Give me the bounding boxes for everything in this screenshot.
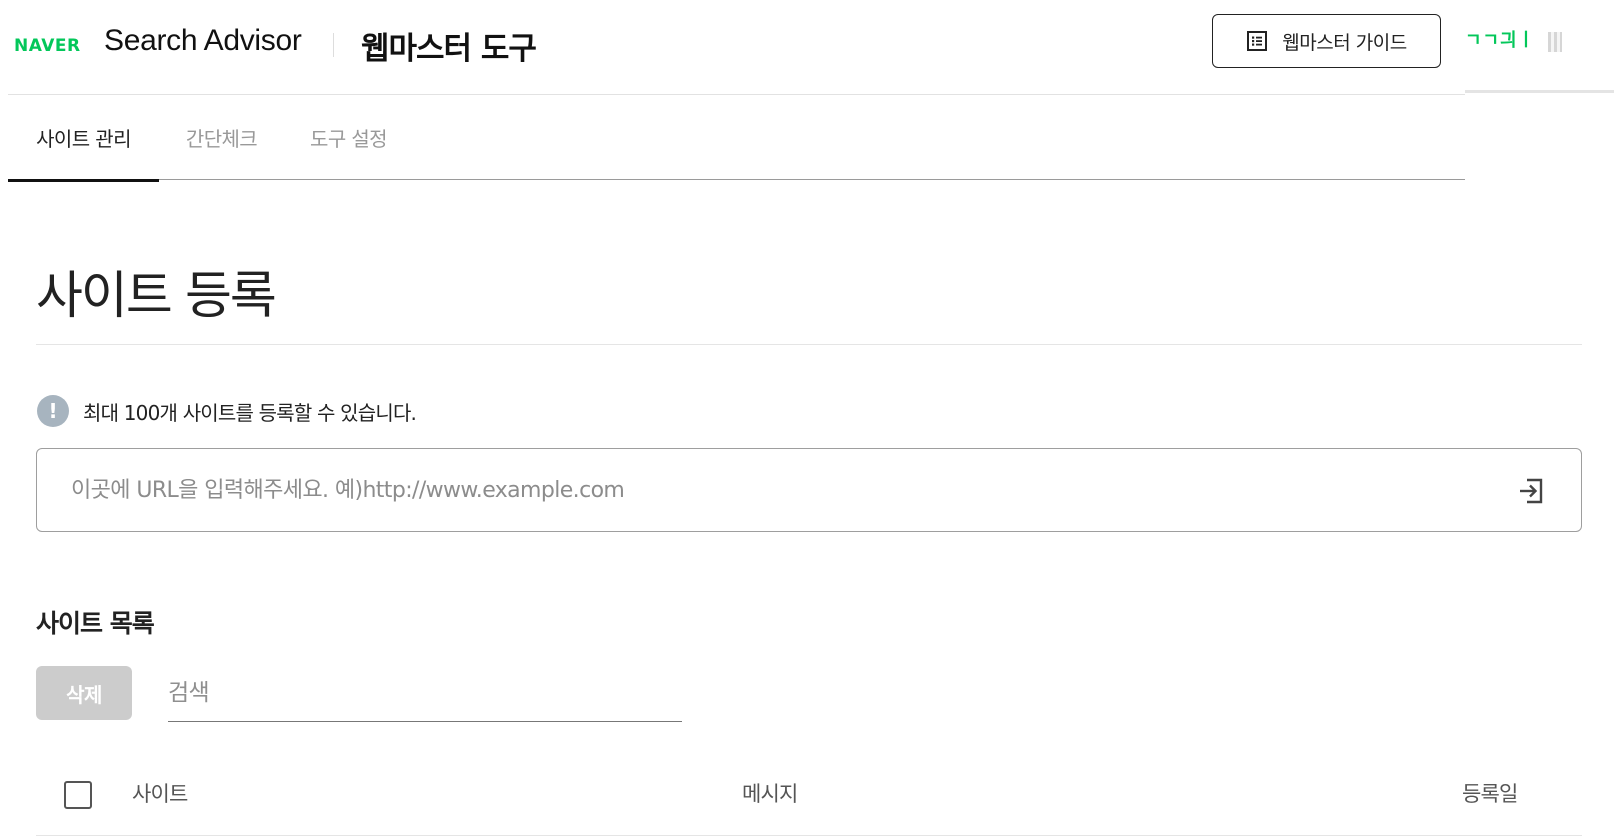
- user-menu[interactable]: ㄱㄱ긔ㅣ: [1465, 26, 1614, 93]
- page-title: 사이트 등록: [36, 267, 277, 326]
- search-field: [168, 666, 682, 722]
- column-site[interactable]: 사이트: [132, 778, 188, 808]
- webmaster-guide-button[interactable]: 웹마스터 가이드: [1212, 14, 1441, 68]
- tab-site-management[interactable]: 사이트 관리: [8, 95, 159, 182]
- naver-logo[interactable]: NAVER: [14, 36, 81, 56]
- url-input-box: [36, 448, 1582, 532]
- delete-button[interactable]: 삭제: [36, 666, 132, 720]
- notice-text: 최대 100개 사이트를 등록할 수 있습니다.: [83, 400, 417, 425]
- tab-tool-settings[interactable]: 도구 설정: [286, 95, 411, 180]
- site-list-title: 사이트 목록: [36, 609, 155, 638]
- enter-arrow-icon[interactable]: [1515, 475, 1547, 507]
- tab-simple-check[interactable]: 간단체크: [159, 95, 284, 180]
- tab-bar: 사이트 관리 간단체크 도구 설정: [8, 95, 1465, 182]
- user-underline: [1465, 90, 1614, 93]
- column-registered-date[interactable]: 등록일: [1462, 778, 1518, 808]
- exclamation-icon: !: [37, 395, 69, 427]
- webmaster-guide-label: 웹마스터 가이드: [1282, 31, 1407, 54]
- column-message[interactable]: 메시지: [742, 778, 798, 808]
- header: NAVER Search Advisor 웹마스터 도구 웹마스터 가이드 ㄱㄱ…: [0, 0, 1614, 93]
- url-input[interactable]: [71, 449, 1471, 531]
- tool-title: 웹마스터 도구: [361, 31, 537, 67]
- title-divider: [36, 344, 1582, 345]
- app-name[interactable]: Search Advisor: [104, 24, 302, 58]
- user-name: ㄱㄱ긔ㅣ: [1465, 30, 1536, 51]
- logo-divider: [333, 33, 334, 57]
- table-header: 사이트 메시지 등록일: [36, 757, 1582, 836]
- notice: ! 최대 100개 사이트를 등록할 수 있습니다.: [37, 395, 417, 427]
- search-input[interactable]: [168, 666, 682, 720]
- user-avatar: [1547, 31, 1562, 52]
- select-all-checkbox[interactable]: [64, 781, 92, 809]
- list-document-icon: [1246, 30, 1268, 52]
